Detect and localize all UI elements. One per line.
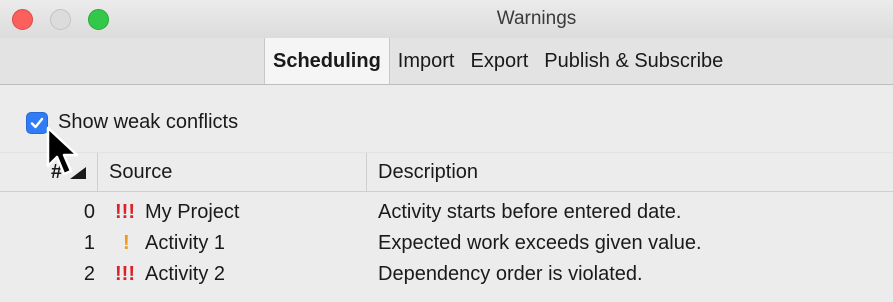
mouse-pointer-icon bbox=[46, 126, 79, 176]
table-header: # Source Description bbox=[0, 152, 893, 192]
severity-icon: !!! bbox=[115, 263, 135, 285]
tab-import[interactable]: Import bbox=[390, 38, 463, 84]
row-description: Expected work exceeds given value. bbox=[378, 232, 702, 254]
row-description: Dependency order is violated. bbox=[378, 263, 643, 285]
warnings-table-body: 0 !!! My Project Activity starts before … bbox=[0, 197, 893, 290]
severity-icon: !!! bbox=[115, 201, 135, 223]
checkmark-icon bbox=[30, 117, 44, 128]
title-bar: Warnings bbox=[0, 0, 893, 38]
tab-publish-subscribe[interactable]: Publish & Subscribe bbox=[536, 38, 731, 84]
column-header-source[interactable]: Source bbox=[109, 153, 172, 191]
tab-scheduling[interactable]: Scheduling bbox=[264, 38, 390, 84]
table-row[interactable]: 0 !!! My Project Activity starts before … bbox=[0, 197, 893, 228]
column-divider[interactable] bbox=[97, 153, 98, 191]
row-number: 2 bbox=[83, 263, 95, 285]
window-title: Warnings bbox=[496, 8, 577, 29]
row-source: Activity 1 bbox=[145, 232, 226, 254]
column-header-description[interactable]: Description bbox=[378, 153, 478, 191]
table-row[interactable]: 2 !!! Activity 2 Dependency order is vio… bbox=[0, 259, 893, 290]
row-source: My Project bbox=[145, 201, 240, 223]
severity-icon: ! bbox=[123, 232, 130, 254]
tab-bar: Scheduling Import Export Publish & Subsc… bbox=[0, 38, 893, 85]
row-source: Activity 2 bbox=[145, 263, 226, 285]
table-row[interactable]: 1 ! Activity 1 Expected work exceeds giv… bbox=[0, 228, 893, 259]
row-number: 0 bbox=[83, 201, 95, 223]
warnings-panel: Show weak conflicts # Source Description… bbox=[0, 85, 893, 302]
tab-export[interactable]: Export bbox=[462, 38, 536, 84]
column-divider[interactable] bbox=[366, 153, 367, 191]
row-description: Activity starts before entered date. bbox=[378, 201, 682, 223]
row-number: 1 bbox=[83, 232, 95, 254]
